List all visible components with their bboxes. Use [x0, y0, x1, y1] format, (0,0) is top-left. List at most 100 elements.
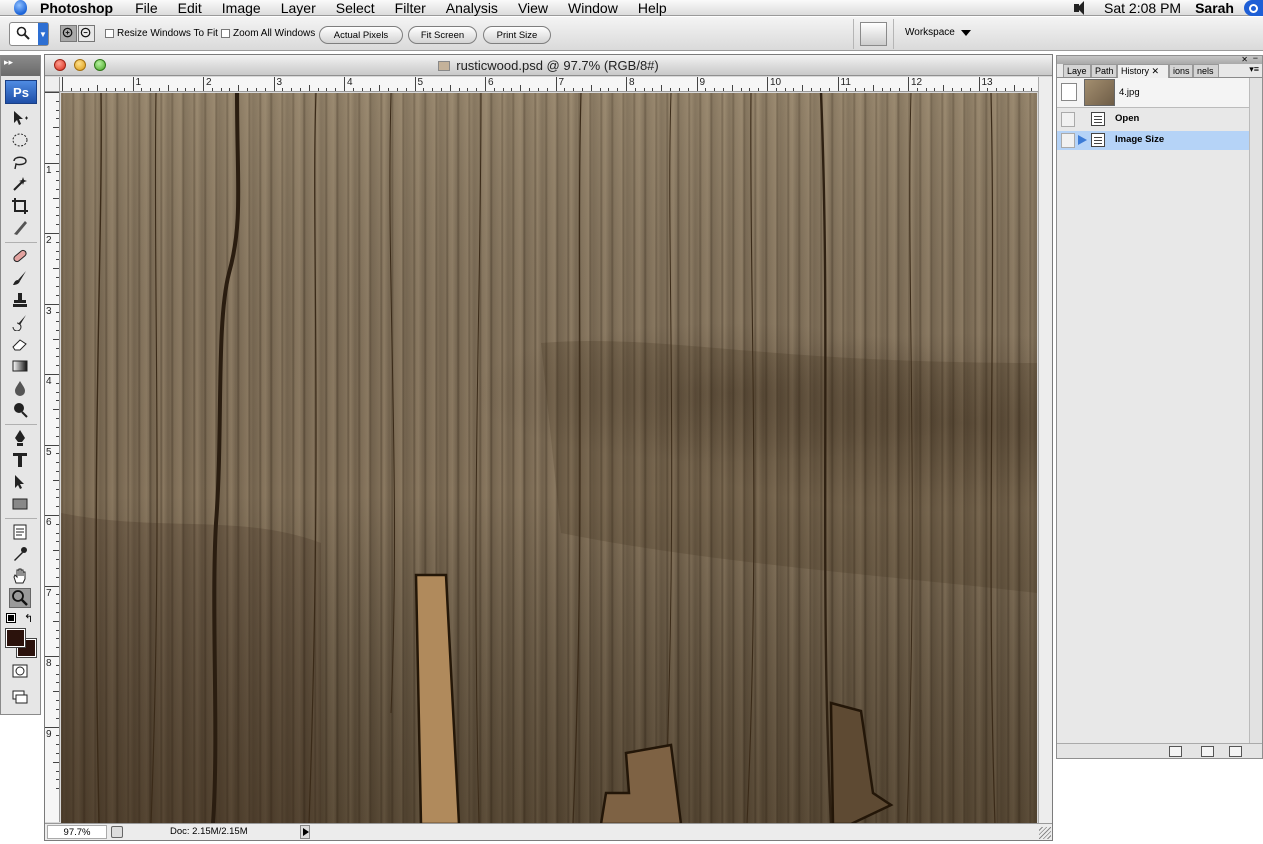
tab-channels[interactable]: nels [1193, 64, 1219, 77]
menu-select[interactable]: Select [336, 1, 375, 15]
status-info-icon[interactable] [111, 826, 123, 838]
zoom-tool-icon[interactable] [9, 588, 31, 608]
ruler-tick [996, 88, 998, 91]
clone-stamp-icon[interactable] [9, 290, 31, 310]
document-proxy-icon[interactable] [438, 61, 451, 71]
image-canvas[interactable] [61, 93, 1037, 824]
panel-collapse-icon[interactable]: − [1253, 53, 1258, 63]
history-scrollbar[interactable] [1249, 78, 1262, 743]
palette-well-icon[interactable] [860, 22, 887, 46]
ruler-tick [56, 241, 59, 243]
resize-grip-icon[interactable] [1039, 827, 1051, 839]
history-brush-source-icon[interactable] [1061, 133, 1075, 148]
print-size-button[interactable]: Print Size [483, 26, 551, 44]
brush-tool-icon[interactable] [9, 268, 31, 288]
menu-file[interactable]: File [135, 1, 158, 15]
ruler-origin[interactable] [45, 77, 60, 92]
tab-actions[interactable]: ions [1169, 64, 1193, 77]
notes-tool-icon[interactable] [9, 522, 31, 542]
screen-mode-icon[interactable] [9, 687, 31, 707]
menu-window[interactable]: Window [568, 1, 618, 15]
menu-clock[interactable]: Sat 2:08 PM [1104, 0, 1181, 16]
resize-windows-checkbox[interactable]: Resize Windows To Fit [105, 28, 218, 39]
menu-edit[interactable]: Edit [178, 1, 202, 15]
panel-menu-icon[interactable]: ▾≡ [1249, 64, 1259, 75]
close-icon[interactable]: ✕ [1152, 66, 1160, 76]
ruler-tick [203, 77, 204, 91]
crop-tool-icon[interactable] [9, 196, 31, 216]
menu-view[interactable]: View [518, 1, 548, 15]
actual-pixels-button[interactable]: Actual Pixels [319, 26, 403, 44]
swap-colors-icon[interactable]: ↰ [24, 612, 33, 625]
new-snapshot-icon[interactable] [1201, 746, 1214, 757]
foreground-color-swatch[interactable] [5, 628, 26, 648]
palette-grip[interactable]: ▸▸ [1, 56, 40, 76]
ruler-tick [476, 88, 478, 91]
zoom-in-icon[interactable] [60, 25, 77, 42]
vertical-ruler[interactable]: 1 2 3 4 5 6 7 8 9 [45, 92, 60, 822]
checkbox-box[interactable] [105, 29, 114, 38]
history-brush-icon[interactable] [9, 312, 31, 332]
quick-mask-icon[interactable] [9, 661, 31, 681]
history-brush-source-icon[interactable] [1061, 83, 1077, 101]
vertical-scrollbar[interactable] [1038, 77, 1052, 823]
pen-tool-icon[interactable] [9, 428, 31, 448]
chevron-down-icon[interactable]: ▼ [38, 23, 48, 45]
ruler-label: 6 [488, 77, 494, 88]
ruler-tick [56, 294, 59, 296]
magic-wand-icon[interactable] [9, 174, 31, 194]
ruler-tick [106, 88, 108, 91]
history-state-image-size[interactable]: Image Size [1057, 131, 1249, 150]
menu-analysis[interactable]: Analysis [446, 1, 498, 15]
apple-menu-icon[interactable] [0, 0, 40, 16]
menu-filter[interactable]: Filter [395, 1, 426, 15]
new-document-from-state-icon[interactable] [1169, 746, 1182, 757]
history-state-slider-icon[interactable] [1078, 135, 1087, 145]
blur-tool-icon[interactable] [9, 378, 31, 398]
history-snapshot[interactable]: 4.jpg [1057, 78, 1249, 108]
trash-icon[interactable] [1229, 746, 1242, 757]
panel-grip[interactable]: ✕ − [1057, 53, 1262, 64]
lasso-tool-icon[interactable] [9, 152, 31, 172]
menu-user[interactable]: Sarah [1195, 0, 1234, 16]
volume-icon[interactable] [1072, 1, 1090, 15]
hand-tool-icon[interactable] [9, 566, 31, 586]
photoshop-logo[interactable]: Ps [5, 80, 37, 104]
zoom-level-field[interactable]: 97.7% [47, 825, 107, 839]
ruler-tick [696, 77, 698, 91]
type-tool-icon[interactable] [9, 450, 31, 470]
spotlight-search-icon[interactable] [1244, 0, 1263, 16]
eyedropper-tool-icon[interactable] [9, 544, 31, 564]
history-state-open[interactable]: Open [1057, 110, 1249, 129]
history-brush-source-icon[interactable] [1061, 112, 1075, 127]
document-titlebar[interactable]: rusticwood.psd @ 97.7% (RGB/8#) [45, 55, 1052, 76]
horizontal-ruler[interactable]: 1 2 3 4 5 6 7 8 9 10 11 12 13 [60, 77, 1038, 92]
slice-tool-icon[interactable] [9, 218, 31, 238]
menu-app-name[interactable]: Photoshop [40, 0, 113, 16]
checkbox-box[interactable] [221, 29, 230, 38]
tool-preset-picker[interactable]: ▼ [9, 22, 49, 46]
gradient-tool-icon[interactable] [9, 356, 31, 376]
elliptical-marquee-icon[interactable] [9, 130, 31, 150]
path-selection-icon[interactable] [9, 472, 31, 492]
default-colors-icon[interactable] [6, 613, 16, 623]
ruler-tick [123, 88, 125, 91]
dodge-tool-icon[interactable] [9, 400, 31, 420]
menu-image[interactable]: Image [222, 1, 261, 15]
workspace-menu[interactable]: Workspace [905, 27, 971, 38]
menu-help[interactable]: Help [638, 1, 667, 15]
eraser-tool-icon[interactable] [9, 334, 31, 354]
zoom-out-icon[interactable] [78, 25, 95, 42]
tab-layers[interactable]: Laye [1063, 64, 1091, 77]
zoom-all-windows-checkbox[interactable]: Zoom All Windows [221, 28, 315, 39]
menu-layer[interactable]: Layer [281, 1, 316, 15]
move-tool-icon[interactable] [9, 108, 31, 128]
fit-screen-button[interactable]: Fit Screen [408, 26, 477, 44]
tab-paths[interactable]: Path [1091, 64, 1117, 77]
tab-history[interactable]: History ✕ [1117, 64, 1169, 78]
panel-close-icon[interactable]: ✕ [1241, 55, 1248, 64]
ruler-tick [53, 197, 59, 199]
status-menu-arrow-icon[interactable] [300, 825, 310, 839]
healing-brush-icon[interactable] [9, 246, 31, 266]
rectangle-tool-icon[interactable] [9, 494, 31, 514]
